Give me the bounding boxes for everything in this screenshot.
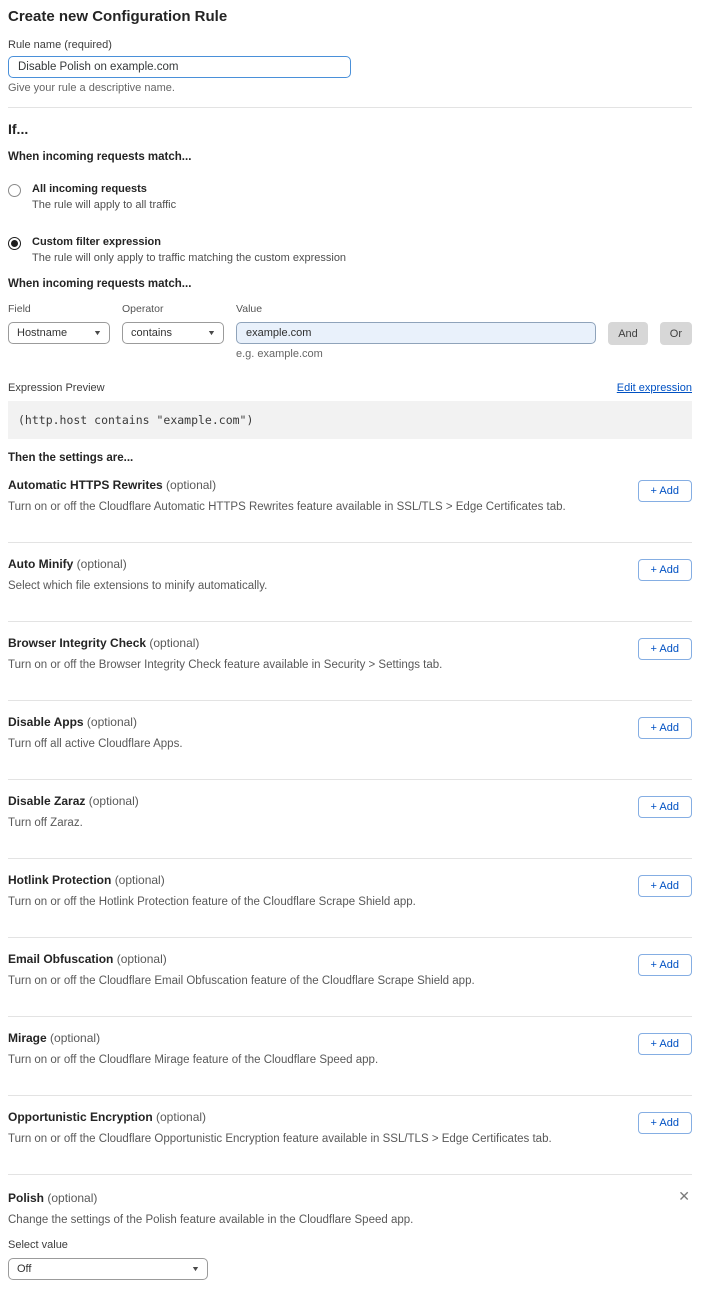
setting-description: Turn off all active Cloudflare Apps. <box>8 738 183 750</box>
operator-label: Operator <box>122 303 224 315</box>
expression-builder-row: Field Hostname ▼ Operator contains ▼ Val… <box>8 303 692 360</box>
chevron-down-icon: ▼ <box>93 330 102 337</box>
setting-description: Turn on or off the Cloudflare Opportunis… <box>8 1133 552 1145</box>
add-button[interactable]: + Add <box>638 1033 692 1055</box>
setting-name: Hotlink Protection <box>8 873 111 887</box>
setting-name: Browser Integrity Check <box>8 636 146 650</box>
setting-name: Mirage <box>8 1031 47 1045</box>
setting-mirage: Mirage (optional) Turn on or off the Clo… <box>8 1017 692 1096</box>
add-button[interactable]: + Add <box>638 1112 692 1134</box>
setting-name: Automatic HTTPS Rewrites <box>8 478 163 492</box>
rule-name-hint: Give your rule a descriptive name. <box>8 82 692 94</box>
value-hint: e.g. example.com <box>236 348 596 360</box>
optional-tag: (optional) <box>166 478 216 492</box>
optional-tag: (optional) <box>117 952 167 966</box>
page-title: Create new Configuration Rule <box>8 8 692 25</box>
close-icon[interactable]: ✕ <box>678 1189 690 1203</box>
radio-option-all-incoming[interactable]: All incoming requests The rule will appl… <box>8 183 692 211</box>
select-value-label: Select value <box>8 1239 692 1251</box>
chevron-down-icon: ▼ <box>191 1266 200 1273</box>
optional-tag: (optional) <box>149 636 199 650</box>
radio-option-description: The rule will apply to all traffic <box>32 199 176 211</box>
setting-name: Polish <box>8 1191 44 1205</box>
setting-description: Turn on or off the Browser Integrity Che… <box>8 659 442 671</box>
add-button[interactable]: + Add <box>638 875 692 897</box>
field-label: Field <box>8 303 110 315</box>
setting-disable-zaraz: Disable Zaraz (optional) Turn off Zaraz.… <box>8 780 692 859</box>
setting-auto-minify: Auto Minify (optional) Select which file… <box>8 543 692 622</box>
setting-description: Change the settings of the Polish featur… <box>8 1214 692 1226</box>
setting-disable-apps: Disable Apps (optional) Turn off all act… <box>8 701 692 780</box>
operator-select-value: contains <box>131 327 172 339</box>
setting-description: Turn on or off the Hotlink Protection fe… <box>8 896 416 908</box>
polish-select-value: Off <box>17 1263 31 1275</box>
expression-preview-code: (http.host contains "example.com") <box>8 401 692 439</box>
add-button[interactable]: + Add <box>638 954 692 976</box>
add-button[interactable]: + Add <box>638 717 692 739</box>
optional-tag: (optional) <box>156 1110 206 1124</box>
radio-unselected-icon[interactable] <box>8 184 21 197</box>
or-button[interactable]: Or <box>660 322 692 345</box>
if-heading: If... <box>8 121 692 137</box>
value-label: Value <box>236 303 596 315</box>
setting-email-obfuscation: Email Obfuscation (optional) Turn on or … <box>8 938 692 1017</box>
operator-select[interactable]: contains ▼ <box>122 322 224 344</box>
polish-value-select[interactable]: Off ▼ <box>8 1258 208 1280</box>
setting-name: Disable Zaraz <box>8 794 85 808</box>
optional-tag: (optional) <box>77 557 127 571</box>
edit-expression-link[interactable]: Edit expression <box>617 382 692 394</box>
then-settings-heading: Then the settings are... <box>8 452 692 464</box>
value-input[interactable] <box>236 322 596 344</box>
add-button[interactable]: + Add <box>638 638 692 660</box>
setting-description: Turn on or off the Cloudflare Email Obfu… <box>8 975 475 987</box>
expression-builder-heading: When incoming requests match... <box>8 278 692 290</box>
add-button[interactable]: + Add <box>638 480 692 502</box>
rule-name-input[interactable] <box>8 56 351 78</box>
expression-preview-header: Expression Preview Edit expression <box>8 382 692 394</box>
setting-polish-expanded: ✕ Polish (optional) Change the settings … <box>8 1175 692 1280</box>
optional-tag: (optional) <box>115 873 165 887</box>
setting-description: Turn off Zaraz. <box>8 817 139 829</box>
optional-tag: (optional) <box>47 1191 97 1205</box>
setting-name: Email Obfuscation <box>8 952 113 966</box>
and-button[interactable]: And <box>608 322 648 345</box>
setting-name: Opportunistic Encryption <box>8 1110 153 1124</box>
setting-name: Auto Minify <box>8 557 73 571</box>
setting-description: Turn on or off the Cloudflare Mirage fea… <box>8 1054 378 1066</box>
section-divider <box>8 107 692 108</box>
setting-hotlink-protection: Hotlink Protection (optional) Turn on or… <box>8 859 692 938</box>
configuration-rule-form: Create new Configuration Rule Rule name … <box>0 0 705 1290</box>
setting-description: Turn on or off the Cloudflare Automatic … <box>8 501 566 513</box>
add-button[interactable]: + Add <box>638 559 692 581</box>
radio-option-custom-filter[interactable]: Custom filter expression The rule will o… <box>8 236 692 264</box>
optional-tag: (optional) <box>89 794 139 808</box>
radio-selected-icon[interactable] <box>8 237 21 250</box>
setting-opportunistic-encryption: Opportunistic Encryption (optional) Turn… <box>8 1096 692 1175</box>
rule-name-label: Rule name (required) <box>8 39 692 51</box>
optional-tag: (optional) <box>50 1031 100 1045</box>
setting-browser-integrity-check: Browser Integrity Check (optional) Turn … <box>8 622 692 701</box>
setting-description: Select which file extensions to minify a… <box>8 580 267 592</box>
incoming-match-label: When incoming requests match... <box>8 151 692 163</box>
radio-option-label: Custom filter expression <box>32 236 346 248</box>
radio-option-description: The rule will only apply to traffic matc… <box>32 252 346 264</box>
setting-name: Disable Apps <box>8 715 84 729</box>
chevron-down-icon: ▼ <box>207 330 216 337</box>
setting-automatic-https-rewrites: Automatic HTTPS Rewrites (optional) Turn… <box>8 464 692 543</box>
add-button[interactable]: + Add <box>638 796 692 818</box>
optional-tag: (optional) <box>87 715 137 729</box>
field-select[interactable]: Hostname ▼ <box>8 322 110 344</box>
expression-preview-label: Expression Preview <box>8 382 105 394</box>
radio-option-label: All incoming requests <box>32 183 176 195</box>
field-select-value: Hostname <box>17 327 67 339</box>
